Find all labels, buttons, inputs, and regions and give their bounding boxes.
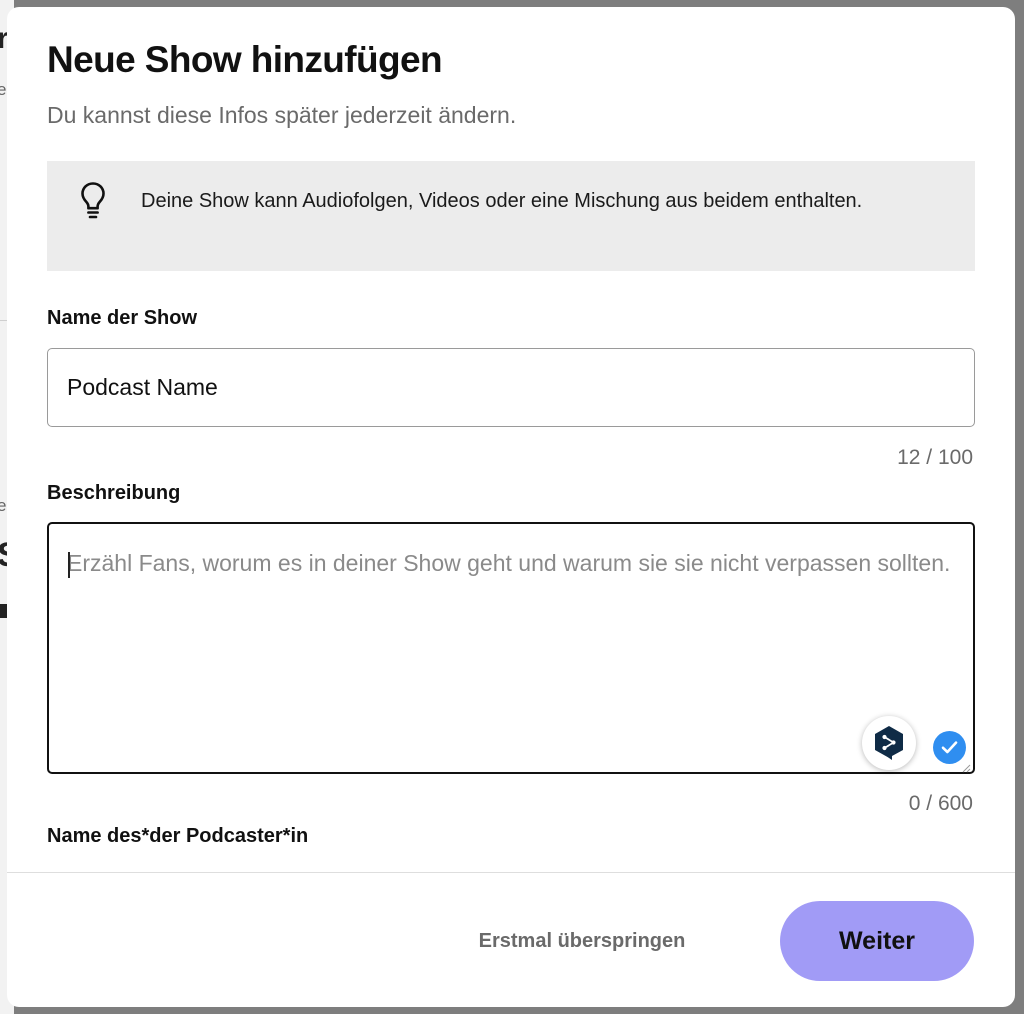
skip-button[interactable]: Erstmal überspringen bbox=[447, 917, 717, 965]
show-name-counter: 12 / 100 bbox=[897, 446, 973, 469]
show-name-input[interactable] bbox=[47, 348, 975, 427]
info-box: Deine Show kann Audiofolgen, Videos oder… bbox=[47, 161, 975, 271]
deepl-translate-button[interactable] bbox=[862, 716, 916, 770]
description-label: Beschreibung bbox=[47, 482, 181, 504]
add-show-modal: Neue Show hinzufügen Du kannst diese Inf… bbox=[7, 7, 1015, 1007]
modal-subtitle: Du kannst diese Infos später jederzeit ä… bbox=[47, 102, 517, 128]
next-button[interactable]: Weiter bbox=[780, 901, 974, 981]
modal-title: Neue Show hinzufügen bbox=[47, 39, 443, 80]
podcaster-name-label: Name des*der Podcaster*in bbox=[47, 825, 309, 847]
lightbulb-icon bbox=[80, 181, 106, 221]
description-textarea[interactable] bbox=[49, 524, 973, 772]
description-field bbox=[47, 522, 975, 774]
info-text: Deine Show kann Audiofolgen, Videos oder… bbox=[141, 190, 863, 212]
show-name-label: Name der Show bbox=[47, 307, 198, 329]
text-cursor bbox=[68, 552, 70, 578]
resize-handle-icon[interactable] bbox=[961, 760, 971, 773]
footer-divider bbox=[7, 872, 1015, 873]
description-counter: 0 / 600 bbox=[908, 792, 973, 815]
